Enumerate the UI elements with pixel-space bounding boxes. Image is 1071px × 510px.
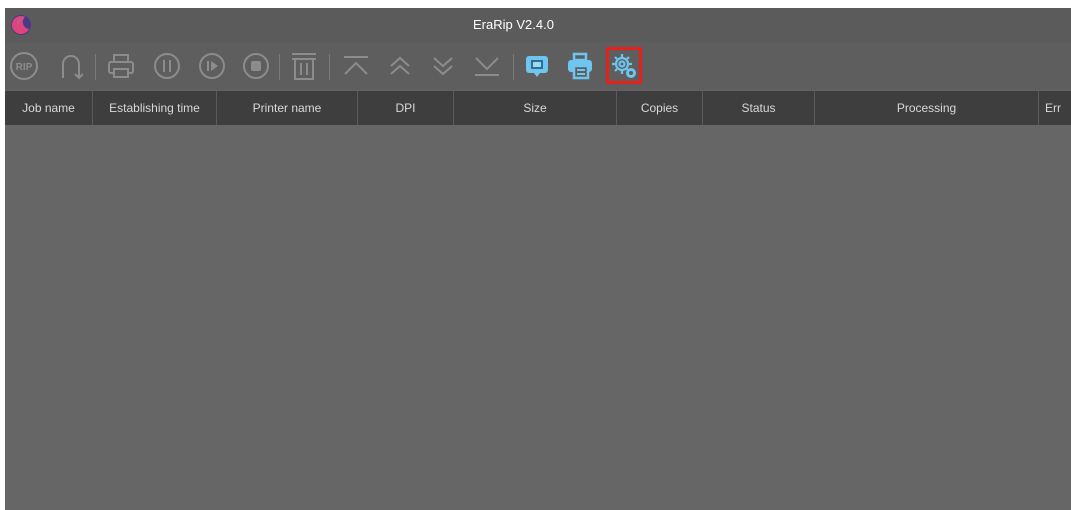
column-header-processing[interactable]: Processing [815,91,1039,125]
monitor-icon [526,56,548,77]
preview-button[interactable] [521,50,553,82]
rip-icon: RIP [10,52,38,80]
title-bar[interactable]: EraRip V2.4.0 [5,8,1071,42]
column-header-copies[interactable]: Copies [617,91,703,125]
move-bottom-icon [475,57,499,76]
svg-text:RIP: RIP [16,62,33,73]
pause-button[interactable] [151,50,183,82]
play-circle-icon [199,53,225,79]
job-list-area[interactable] [5,125,1071,510]
undo-arc-icon [62,55,83,80]
move-bottom-button[interactable] [471,50,503,82]
stop-button[interactable] [240,50,272,82]
resume-button[interactable] [196,50,228,82]
move-top-icon [344,56,368,75]
toolbar-separator [95,54,96,80]
toolbar-separator [329,54,330,80]
move-up-button[interactable] [384,50,416,82]
printer-settings-icon [568,52,592,80]
app-window: EraRip V2.4.0 RIP Job name Establishing … [5,8,1071,510]
printer-settings-button[interactable] [564,50,596,82]
toolbar-separator [513,54,514,80]
column-header-establishing-time[interactable]: Establishing time [93,91,217,125]
pause-circle-icon [154,53,180,79]
trash-icon [292,53,316,80]
column-header-dpi[interactable]: DPI [358,91,454,125]
column-header-error[interactable]: Err [1039,91,1071,125]
double-chevron-up-icon [390,56,410,75]
column-header-job-name[interactable]: Job name [5,91,93,125]
column-header-printer-name[interactable]: Printer name [217,91,358,125]
window-title: EraRip V2.4.0 [473,17,554,32]
toolbar-separator [279,54,280,80]
stop-circle-icon [243,53,269,79]
move-down-button[interactable] [427,50,459,82]
move-top-button[interactable] [340,50,372,82]
print-button[interactable] [105,50,137,82]
column-header-status[interactable]: Status [703,91,815,125]
undo-button[interactable] [55,50,87,82]
delete-button[interactable] [288,50,320,82]
printer-icon [108,54,134,78]
rip-button[interactable]: RIP [8,50,40,82]
column-header-size[interactable]: Size [454,91,617,125]
double-chevron-down-icon [433,57,453,76]
settings-highlight-box [606,47,642,84]
job-table-header: Job name Establishing time Printer name … [5,91,1071,125]
toolbar: RIP [5,42,1071,90]
